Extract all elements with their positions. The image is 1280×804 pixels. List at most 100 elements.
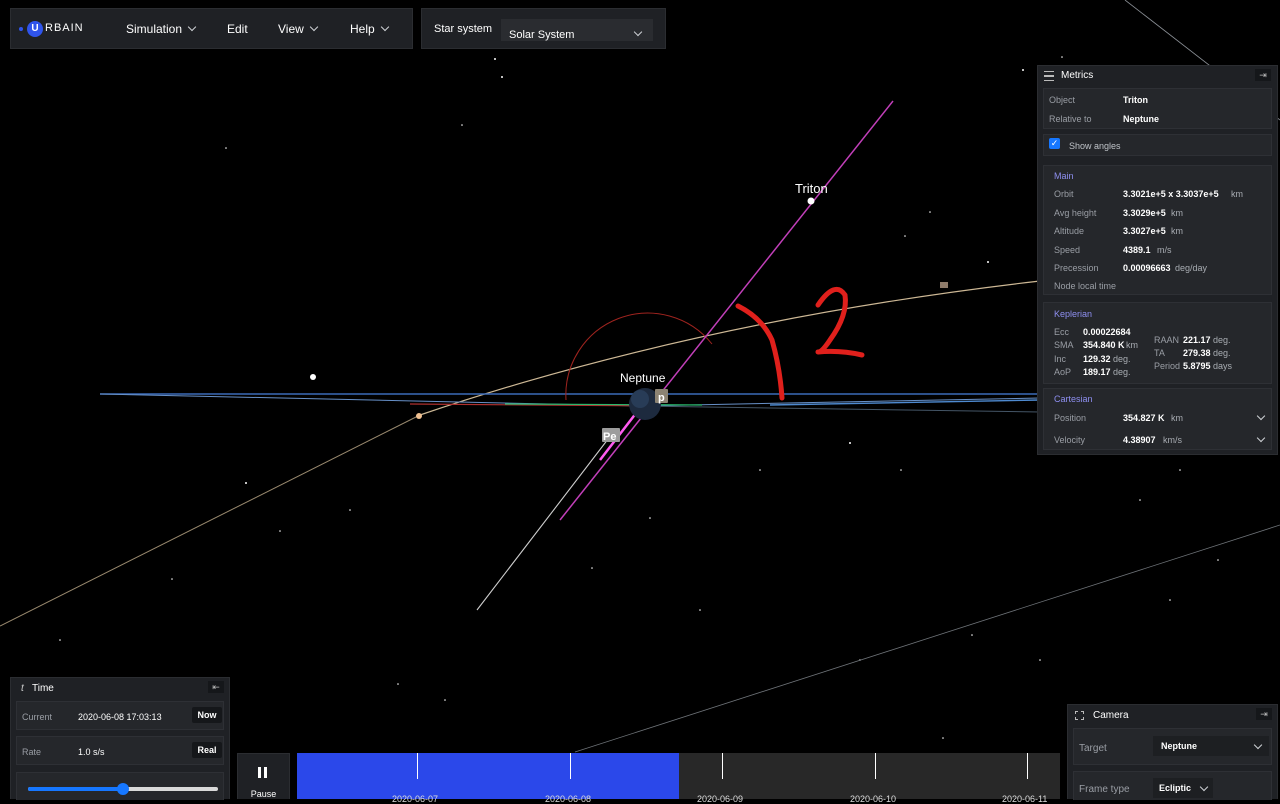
star-system-select[interactable]: Solar System bbox=[501, 19, 653, 41]
position-expand-icon[interactable] bbox=[1256, 411, 1266, 421]
logo-dot-icon bbox=[19, 27, 23, 31]
timeline[interactable]: 2020-06-07 2020-06-08 2020-06-09 2020-06… bbox=[297, 753, 1060, 804]
handwritten-annotation-12 bbox=[735, 286, 865, 401]
raan-value: 221.17 bbox=[1183, 335, 1211, 345]
rate-slider-row bbox=[16, 772, 224, 800]
frame-type-label: Frame type bbox=[1079, 784, 1130, 795]
object-label: Object bbox=[1049, 95, 1076, 105]
velocity-value: 4.38907 bbox=[1123, 435, 1156, 445]
target-label: Target bbox=[1079, 743, 1107, 754]
sma-label: SMA bbox=[1054, 340, 1074, 350]
orbit-value: 3.3021e+5 x 3.3037e+5 bbox=[1123, 189, 1219, 199]
cartesian-section: Cartesian Position 354.827 K km Velocity… bbox=[1043, 388, 1272, 450]
relative-value[interactable]: Neptune bbox=[1123, 114, 1159, 124]
rate-slider[interactable] bbox=[28, 783, 218, 795]
orbit-label: Orbit bbox=[1054, 189, 1074, 199]
chevron-down-icon bbox=[309, 22, 319, 32]
target-select[interactable]: Neptune bbox=[1153, 736, 1269, 756]
speed-value: 4389.1 bbox=[1123, 245, 1151, 255]
timeline-tick bbox=[1027, 753, 1028, 779]
star-system-bar: Star system Solar System bbox=[421, 8, 666, 49]
timeline-tick-label: 2020-06-08 bbox=[545, 794, 592, 804]
position-label: Position bbox=[1054, 413, 1087, 423]
period-label: Period bbox=[1154, 361, 1181, 371]
show-angles-checkbox[interactable]: ✓ bbox=[1049, 138, 1060, 149]
triton-label: Triton bbox=[795, 181, 828, 196]
precession-label: Precession bbox=[1054, 263, 1099, 273]
rate-value: 1.0 s/s bbox=[78, 747, 105, 757]
metrics-header: Metrics ⇥ bbox=[1038, 66, 1277, 86]
far-moon-marker[interactable] bbox=[940, 282, 948, 288]
sma-unit: km bbox=[1126, 340, 1138, 350]
real-button[interactable]: Real bbox=[192, 742, 222, 758]
main-section: Main Orbit 3.3021e+5 x 3.3037e+5 km Avg … bbox=[1043, 165, 1272, 295]
pause-button[interactable]: Pause bbox=[237, 753, 290, 799]
top-menu-bar: U RBAIN Simulation Edit View Help bbox=[10, 8, 413, 49]
timeline-tick bbox=[722, 753, 723, 779]
velocity-expand-icon[interactable] bbox=[1256, 433, 1266, 443]
speed-label: Speed bbox=[1054, 245, 1081, 255]
rate-row: Rate 1.0 s/s Real bbox=[16, 736, 224, 765]
chevron-down-icon bbox=[1253, 740, 1263, 750]
raan-label: RAAN bbox=[1154, 335, 1180, 345]
logo-u-icon: U bbox=[27, 21, 43, 37]
menu-help[interactable]: Help bbox=[350, 9, 389, 49]
pe-label: Pe bbox=[603, 431, 616, 443]
ta-label: TA bbox=[1154, 348, 1165, 358]
rate-slider-handle[interactable] bbox=[117, 783, 129, 795]
menu-view[interactable]: View bbox=[278, 9, 319, 49]
menu-edit-label: Edit bbox=[227, 22, 248, 36]
orbit-unit: km bbox=[1231, 189, 1243, 199]
frame-type-value: Ecliptic bbox=[1159, 783, 1192, 793]
node-time-label: Node local time bbox=[1054, 281, 1117, 291]
position-value: 354.827 K bbox=[1123, 413, 1165, 423]
chevron-down-icon bbox=[380, 22, 389, 32]
triton-moon[interactable] bbox=[807, 197, 815, 205]
aop-value: 189.17 bbox=[1083, 367, 1111, 377]
inc-label: Inc bbox=[1054, 354, 1067, 364]
object-section: Object Triton Relative to Neptune bbox=[1043, 88, 1272, 129]
target-value: Neptune bbox=[1161, 741, 1197, 751]
show-angles-section: ✓ Show angles bbox=[1043, 134, 1272, 156]
current-time-row: Current 2020-06-08 17:03:13 Now bbox=[16, 701, 224, 730]
collapse-icon[interactable]: ⇥ bbox=[1255, 69, 1271, 81]
altitude-unit: km bbox=[1171, 226, 1183, 236]
keplerian-title: Keplerian bbox=[1054, 309, 1093, 319]
fullscreen-icon[interactable] bbox=[1075, 711, 1084, 720]
menu-edit[interactable]: Edit bbox=[227, 9, 248, 49]
now-button[interactable]: Now bbox=[192, 707, 222, 723]
menu-simulation-label: Simulation bbox=[126, 22, 183, 36]
menu-simulation[interactable]: Simulation bbox=[126, 9, 197, 49]
aop-label: AoP bbox=[1054, 367, 1072, 377]
metrics-title: Metrics bbox=[1061, 70, 1094, 81]
frame-type-select[interactable]: Ecliptic bbox=[1153, 778, 1213, 798]
neptune-label: Neptune bbox=[620, 371, 666, 385]
ap-label: p bbox=[658, 392, 665, 404]
collapse-icon[interactable]: ⇤ bbox=[208, 681, 224, 693]
inc-unit: deg. bbox=[1113, 354, 1131, 364]
menu-icon[interactable] bbox=[1044, 71, 1054, 81]
cartesian-title: Cartesian bbox=[1054, 394, 1093, 404]
logo-text: RBAIN bbox=[45, 22, 84, 34]
chevron-down-icon bbox=[1199, 782, 1209, 792]
orbit-node-marker[interactable] bbox=[416, 413, 422, 419]
aop-unit: deg. bbox=[1113, 367, 1131, 377]
menu-help-label: Help bbox=[350, 22, 375, 36]
chevron-down-icon bbox=[633, 27, 643, 37]
ta-value: 279.38 bbox=[1183, 348, 1211, 358]
inc-value: 129.32 bbox=[1083, 354, 1111, 364]
collapse-icon[interactable]: ⇥ bbox=[1256, 708, 1272, 720]
relative-label: Relative to bbox=[1049, 114, 1092, 124]
keplerian-section: Keplerian Ecc 0.00022684 SMA 354.840 K k… bbox=[1043, 302, 1272, 384]
timeline-progress bbox=[297, 753, 679, 799]
pause-icon bbox=[258, 767, 261, 778]
timeline-tick-label: 2020-06-11 bbox=[1002, 794, 1048, 804]
velocity-label: Velocity bbox=[1054, 435, 1086, 445]
timeline-tick bbox=[570, 753, 571, 779]
object-value[interactable]: Triton bbox=[1123, 95, 1148, 105]
precession-value: 0.00096663 bbox=[1123, 263, 1171, 273]
ecc-label: Ecc bbox=[1054, 327, 1070, 337]
altitude-label: Altitude bbox=[1054, 226, 1085, 236]
sma-value: 354.840 K bbox=[1083, 340, 1125, 350]
star-system-label: Star system bbox=[434, 23, 493, 35]
